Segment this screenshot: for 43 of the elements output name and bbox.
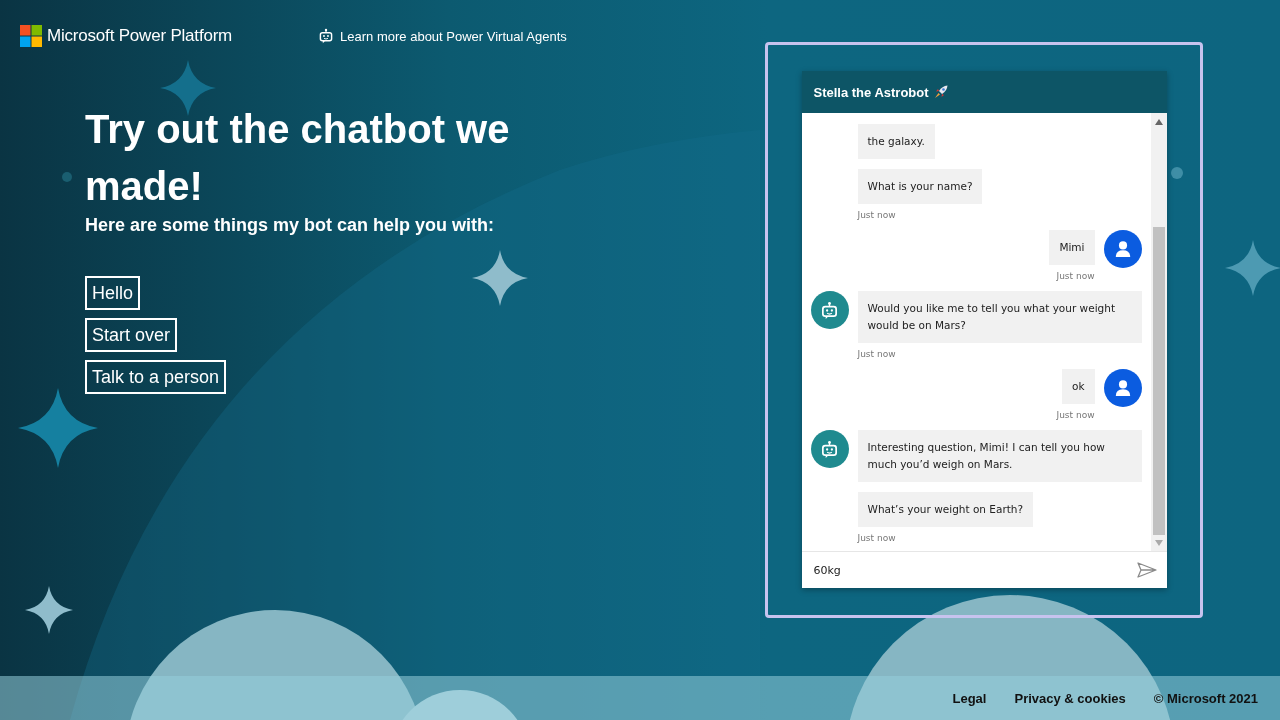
message-time: Just now xyxy=(1056,271,1095,281)
sparkle-icon xyxy=(25,586,73,634)
message-time: Just now xyxy=(857,533,896,543)
person-icon xyxy=(1113,379,1132,397)
sparkle-icon xyxy=(160,60,216,116)
message-bubble: Would you like me to tell you what your weight would be on Mars? xyxy=(857,291,1142,343)
bot-icon xyxy=(820,439,839,459)
windows-logo-icon xyxy=(20,25,42,47)
copyright-text: © Microsoft 2021 xyxy=(1153,690,1258,706)
hero-title: Try out the chatbot we made! xyxy=(85,106,511,210)
send-icon xyxy=(1136,562,1157,578)
message-time: Just now xyxy=(857,210,896,220)
learn-more-link[interactable]: Learn more about Power Virtual Agents xyxy=(318,28,567,44)
sparkle-icon xyxy=(18,388,98,468)
suggestion-button[interactable]: Talk to a person xyxy=(85,360,227,394)
message-bubble: What is your name? xyxy=(857,169,983,204)
hero-subtitle: Here are some things my bot can help you with: xyxy=(85,215,496,236)
sparkle-icon xyxy=(1225,240,1280,296)
suggestion-button[interactable]: Hello xyxy=(85,276,141,310)
message-bubble: What’s your weight on Earth? xyxy=(857,492,1034,527)
scroll-down-icon[interactable] xyxy=(1154,540,1163,546)
send-button[interactable] xyxy=(1136,562,1157,578)
footer-link[interactable]: Legal xyxy=(952,690,987,706)
bot-icon xyxy=(820,300,839,320)
message-bubble: ok xyxy=(1062,369,1095,404)
dot-decoration xyxy=(62,172,72,182)
message-bubble: Mimi xyxy=(1049,230,1095,265)
footer-link[interactable]: Privacy & cookies xyxy=(1014,690,1126,706)
message-time: Just now xyxy=(857,349,896,359)
message-input[interactable]: 60kg xyxy=(811,562,1129,578)
bot-icon xyxy=(318,28,335,44)
person-icon xyxy=(1113,240,1132,258)
sparkle-icon xyxy=(472,250,528,306)
message-bubble: Interesting question, Mimi! I can tell you how much you’d weigh on Mars. xyxy=(857,430,1142,482)
message-time: Just now xyxy=(1056,410,1095,420)
scroll-up-icon[interactable] xyxy=(1154,119,1163,125)
rocket-icon xyxy=(932,84,949,100)
scrollbar[interactable] xyxy=(1150,113,1167,551)
suggestion-button[interactable]: Start over xyxy=(85,318,178,352)
message-bubble: the galaxy. xyxy=(857,124,935,159)
brand-name: Microsoft Power Platform xyxy=(47,26,233,46)
dot-decoration xyxy=(1171,167,1183,179)
chat-title: Stella the Astrobot xyxy=(813,84,929,100)
